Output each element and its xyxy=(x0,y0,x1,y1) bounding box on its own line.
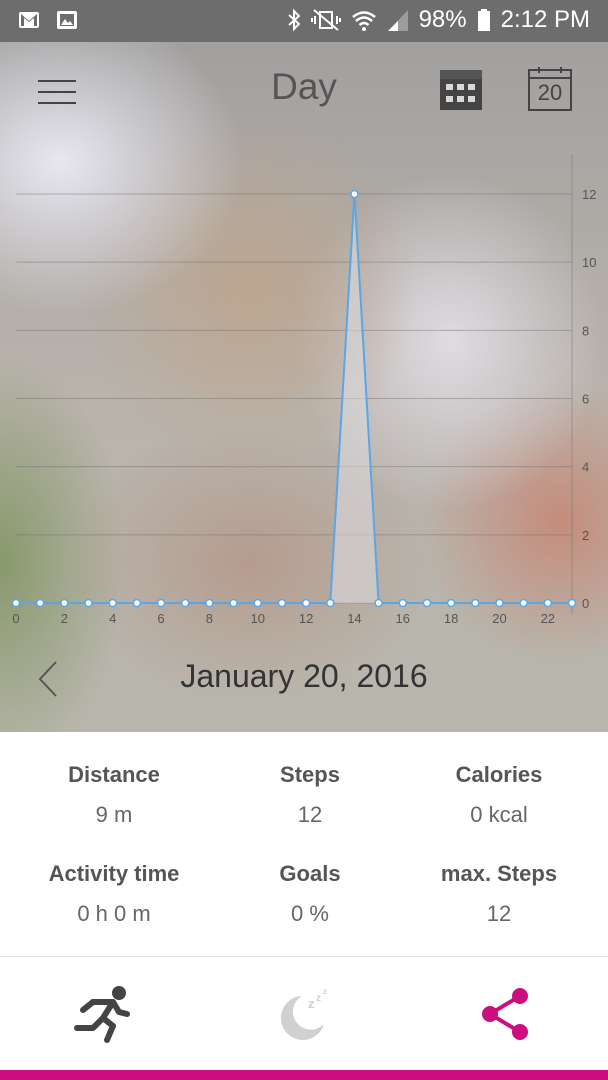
vibrate-mute-icon xyxy=(310,9,341,31)
stat-label: Steps xyxy=(280,762,340,787)
sleep-tab[interactable]: z z z xyxy=(264,979,344,1049)
data-point xyxy=(229,598,238,608)
share-icon xyxy=(482,988,528,1040)
bottom-accent-bar xyxy=(0,1070,608,1080)
y-tick-label: 2 xyxy=(582,528,589,543)
battery-icon xyxy=(477,9,490,31)
data-point xyxy=(277,598,287,608)
data-point xyxy=(567,598,577,608)
stat-value: 12 xyxy=(297,802,323,827)
chart-panel: Day 20 0 2 4 6 8 10 12 0 2 4 6 8 10 12 14 16 18 20 22 Janu… xyxy=(0,42,608,732)
data-point xyxy=(35,598,45,608)
x-tick-label: 6 xyxy=(157,611,164,626)
stat-label: Goals xyxy=(279,861,341,886)
stat-calories: Calories 0 kcal xyxy=(399,762,599,828)
stat-value: 9 m xyxy=(95,802,133,827)
data-point xyxy=(446,598,456,608)
y-tick-label: 8 xyxy=(582,323,589,338)
stat-distance: Distance 9 m xyxy=(14,762,214,828)
x-tick-label: 20 xyxy=(492,611,506,626)
page-title: Day xyxy=(271,66,337,107)
stat-label: max. Steps xyxy=(440,861,558,886)
stats-panel: Distance 9 m Steps 12 Calories 0 kcal Ac… xyxy=(0,732,608,956)
svg-text:z: z xyxy=(316,993,321,1004)
stat-value: 12 xyxy=(486,901,512,926)
stat-label: Calories xyxy=(455,762,543,787)
svg-text:z: z xyxy=(308,996,315,1011)
data-point xyxy=(108,598,117,608)
bottom-nav: z z z xyxy=(0,957,608,1070)
data-point xyxy=(422,598,432,608)
calendar-day-number: 20 xyxy=(537,80,563,105)
x-tick-label: 18 xyxy=(444,611,458,626)
x-tick-label: 0 xyxy=(12,611,19,626)
gmail-icon xyxy=(19,12,39,28)
stat-steps: Steps 12 xyxy=(210,762,410,828)
stat-value: 0 % xyxy=(291,901,329,926)
battery-percent: 98% xyxy=(418,6,467,33)
data-point xyxy=(84,598,93,608)
stat-max-steps: max. Steps 12 xyxy=(399,861,599,927)
wifi-icon xyxy=(351,11,376,31)
stat-label: Distance xyxy=(68,762,160,787)
share-tab[interactable] xyxy=(466,979,546,1049)
data-point xyxy=(350,189,359,199)
x-tick-label: 2 xyxy=(61,611,68,626)
stat-goals: Goals 0 % xyxy=(210,861,410,927)
x-tick-label: 4 xyxy=(109,611,116,626)
steps-chart: 0 2 4 6 8 10 12 0 2 4 6 8 10 12 14 16 18 20 22 xyxy=(11,154,596,626)
x-tick-label: 8 xyxy=(206,611,213,626)
calendar-grid-icon[interactable] xyxy=(438,68,484,112)
y-tick-label: 10 xyxy=(582,255,596,270)
signal-icon xyxy=(387,10,408,31)
data-point xyxy=(543,598,553,608)
stat-label: Activity time xyxy=(48,861,180,886)
data-point xyxy=(253,598,262,608)
stat-value: 0 h 0 m xyxy=(77,901,151,926)
status-bar: 98% 2:12 PM xyxy=(0,0,608,42)
x-tick-label: 12 xyxy=(299,611,313,626)
y-tick-label: 12 xyxy=(582,187,596,202)
clock: 2:12 PM xyxy=(500,6,590,33)
data-point xyxy=(398,598,408,608)
data-point xyxy=(326,598,335,608)
svg-text:z: z xyxy=(323,987,327,996)
data-point xyxy=(301,598,311,608)
stat-value: 0 kcal xyxy=(470,802,528,827)
data-point xyxy=(11,598,21,608)
x-tick-label: 22 xyxy=(541,611,555,626)
stat-activity-time: Activity time 0 h 0 m xyxy=(14,861,214,927)
date-label: January 20, 2016 xyxy=(180,658,428,694)
y-tick-label: 0 xyxy=(582,596,589,611)
image-icon xyxy=(57,11,77,29)
activity-tab[interactable] xyxy=(62,979,142,1049)
bluetooth-icon xyxy=(287,8,301,32)
data-point xyxy=(374,598,383,608)
data-point xyxy=(60,598,69,608)
data-point xyxy=(205,598,214,608)
data-point xyxy=(471,598,480,608)
y-tick-label: 6 xyxy=(582,392,589,407)
data-point xyxy=(132,598,142,608)
running-icon xyxy=(74,986,130,1043)
data-point xyxy=(180,598,190,608)
x-tick-label: 14 xyxy=(347,611,361,626)
x-tick-label: 16 xyxy=(396,611,410,626)
data-point xyxy=(156,598,166,608)
sleep-moon-icon: z z z xyxy=(280,987,327,1040)
data-point xyxy=(519,598,528,608)
calendar-day-icon[interactable]: 20 xyxy=(527,66,573,112)
x-tick-label: 10 xyxy=(251,611,265,626)
y-tick-label: 4 xyxy=(582,460,589,475)
data-point xyxy=(495,598,504,608)
